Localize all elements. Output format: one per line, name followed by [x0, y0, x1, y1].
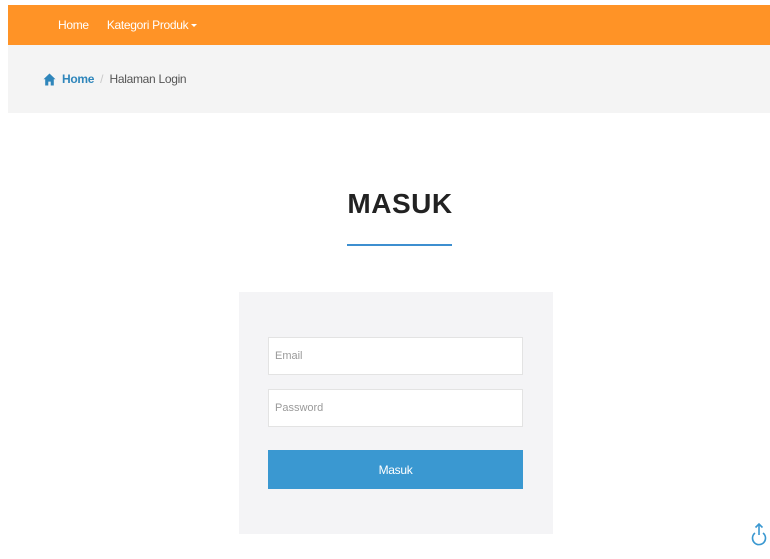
login-button[interactable]: Masuk: [268, 450, 523, 489]
breadcrumb-home-link[interactable]: Home: [62, 72, 94, 86]
nav-kategori-label: Kategori Produk: [106, 18, 189, 32]
title-underline: [347, 244, 452, 246]
login-panel: Masuk: [239, 292, 553, 534]
nav-home-link[interactable]: Home: [58, 18, 89, 32]
top-navbar: Home Kategori Produk: [8, 5, 770, 45]
breadcrumb-current: Halaman Login: [109, 72, 187, 86]
breadcrumb: Home / Halaman Login: [8, 45, 770, 113]
password-field[interactable]: [268, 389, 523, 427]
scroll-to-top-icon[interactable]: [750, 522, 768, 550]
home-icon[interactable]: [42, 72, 56, 86]
caret-down-icon: [191, 24, 198, 27]
page-title: MASUK: [347, 188, 453, 219]
breadcrumb-separator: /: [100, 72, 104, 86]
email-field[interactable]: [268, 337, 523, 375]
nav-kategori-dropdown[interactable]: Kategori Produk: [107, 18, 198, 32]
